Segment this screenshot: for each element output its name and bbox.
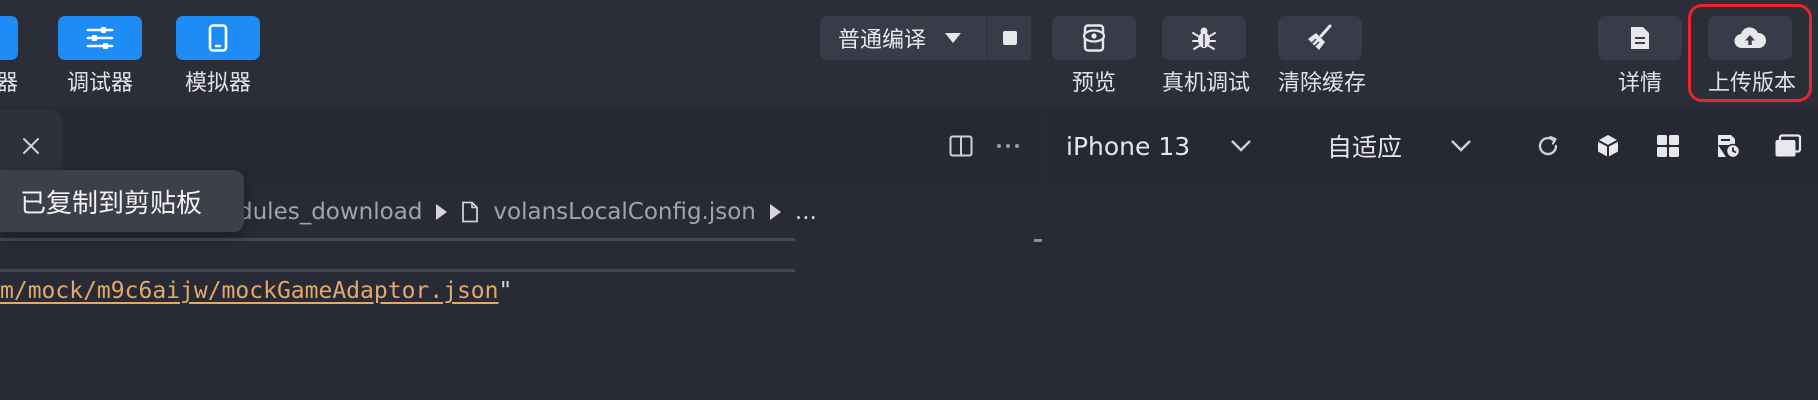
scale-select[interactable]: 自适应 xyxy=(1327,110,1472,182)
preview-button[interactable]: 预览 xyxy=(1052,0,1136,106)
stacked-windows-icon xyxy=(1775,134,1802,157)
refresh-icon xyxy=(1538,135,1558,156)
more-actions-button[interactable] xyxy=(992,130,1024,162)
chevron-down-icon xyxy=(945,33,962,43)
scale-label: 自适应 xyxy=(1327,133,1403,162)
breadcrumb-folder[interactable]: dules_download xyxy=(238,199,422,225)
device-select[interactable]: iPhone 13 xyxy=(1066,110,1252,182)
split-editor-button[interactable] xyxy=(945,130,977,162)
stop-button[interactable] xyxy=(987,16,1031,60)
device-debug-label: 真机调试 xyxy=(1162,71,1251,96)
windows-button[interactable] xyxy=(1772,130,1804,162)
details-button[interactable]: 详情 xyxy=(1598,0,1682,106)
preview-label: 预览 xyxy=(1071,71,1116,96)
details-label: 详情 xyxy=(1617,71,1662,96)
sliders-icon xyxy=(86,27,114,49)
more-icon xyxy=(997,144,1019,148)
debugger-label: 调试器 xyxy=(66,71,133,96)
compile-mode-label: 普通编译 xyxy=(838,28,927,53)
cube-button[interactable] xyxy=(1592,130,1624,162)
main-toolbar: 器 调试器 模拟器 普通编译 预览 真机调试 清除缓存 详情 上传版本 xyxy=(0,0,1818,106)
upload-highlight-box xyxy=(1688,4,1812,102)
chevron-down-icon xyxy=(1451,140,1471,152)
editor-icon xyxy=(0,16,18,60)
clear-cache-label: 清除缓存 xyxy=(1278,71,1367,96)
device-label: iPhone 13 xyxy=(1066,131,1191,161)
grid-icon xyxy=(1657,135,1679,157)
refresh-button[interactable] xyxy=(1532,130,1564,162)
device-debug-button[interactable]: 真机调试 xyxy=(1162,0,1251,106)
minimap-slider[interactable] xyxy=(1034,239,1042,242)
document-icon xyxy=(1631,27,1649,49)
code-line: m/mock/m9c6aijw/mockGameAdaptor.json" xyxy=(0,274,512,308)
grid-button[interactable] xyxy=(1652,130,1684,162)
simulator-label: 模拟器 xyxy=(184,71,251,96)
breadcrumb: dules_download volansLocalConfig.json ..… xyxy=(238,195,817,229)
phone-icon xyxy=(208,24,228,52)
cube-icon xyxy=(1597,135,1619,157)
close-icon xyxy=(23,138,39,154)
clock-page-icon xyxy=(1718,135,1741,159)
bug-icon xyxy=(1192,27,1216,50)
devtools-window: 器 调试器 模拟器 普通编译 预览 真机调试 清除缓存 详情 上传版本 iPho… xyxy=(0,0,1818,400)
debugger-toggle[interactable]: 调试器 xyxy=(58,0,142,106)
chevron-right-icon xyxy=(436,204,448,220)
chevron-right-icon xyxy=(769,204,781,220)
eye-phone-icon xyxy=(1082,24,1106,52)
broom-icon xyxy=(1308,24,1332,50)
breadcrumb-more[interactable]: ... xyxy=(795,199,817,225)
editor-label: 器 xyxy=(0,71,19,96)
editor-divider xyxy=(0,238,795,241)
copied-toast: 已复制到剪贴板 xyxy=(0,170,244,232)
code-string[interactable]: m/mock/m9c6aijw/mockGameAdaptor.json xyxy=(0,278,499,304)
file-icon xyxy=(462,201,479,223)
code-quote: " xyxy=(498,278,513,304)
simulator-toggle[interactable]: 模拟器 xyxy=(176,0,260,106)
scheduled-button[interactable] xyxy=(1712,130,1744,162)
simulator-view[interactable] xyxy=(1046,182,1818,400)
chevron-down-icon xyxy=(1231,140,1252,152)
editor-toggle[interactable]: 器 xyxy=(0,0,18,106)
split-view-icon xyxy=(949,135,973,157)
stop-icon xyxy=(1002,31,1017,45)
editor-divider xyxy=(0,269,795,272)
breadcrumb-file[interactable]: volansLocalConfig.json xyxy=(493,199,755,225)
clear-cache-button[interactable]: 清除缓存 xyxy=(1278,0,1367,106)
